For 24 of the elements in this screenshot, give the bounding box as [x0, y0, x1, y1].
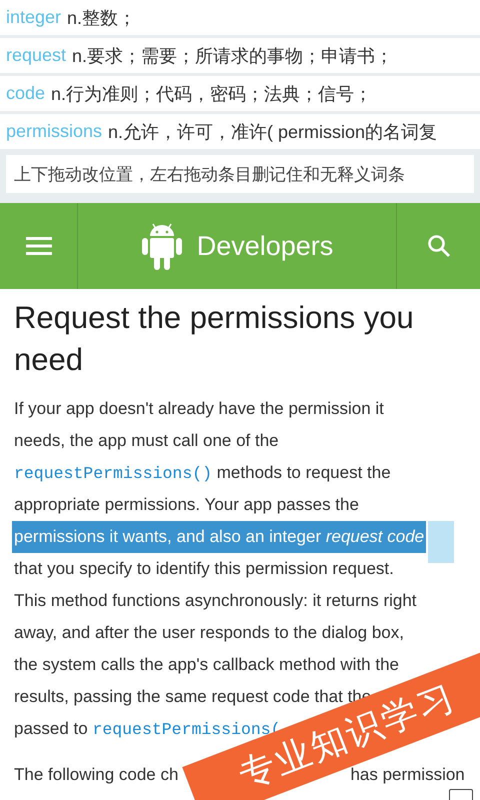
site-title: Developers: [196, 230, 334, 262]
paragraph-line: away, and after the user responds to the dialog box,: [14, 622, 404, 644]
selection-handle[interactable]: [428, 521, 454, 563]
vocabulary-item[interactable]: code n.行为准则；代码，密码；法典；信号；: [0, 76, 480, 111]
code-link[interactable]: requestPermissions(): [14, 464, 212, 483]
article-heading: Request the permissions you need: [14, 299, 415, 379]
menu-icon: [26, 236, 52, 256]
search-icon: [426, 234, 450, 258]
paragraph-line: that you specify to identify this permission request.: [14, 558, 394, 580]
paragraph-line: If your app doesn't already have the permission it: [14, 398, 384, 420]
vocabulary-item[interactable]: integer n.整数；: [0, 0, 480, 35]
vocabulary-item[interactable]: request n.要求；需要；所请求的事物；申请书；: [0, 38, 480, 73]
paragraph-line: has permission: [350, 765, 465, 785]
hint-text: 上下拖动改位置，左右拖动条目删记住和无释义词条: [6, 155, 474, 193]
android-robot-icon: [140, 221, 183, 271]
paragraph-line: passed to requestPermissions(: [14, 718, 281, 739]
paragraph-line: needs, the app must call one of the: [14, 430, 279, 452]
paragraph-line: The following code ch: [14, 765, 178, 785]
paragraph-line: This method functions asynchronously: it returns right: [14, 590, 417, 612]
paragraph-line: requestPermissions() methods to request the: [14, 462, 391, 485]
vocabulary-item[interactable]: permissions n.允许，许可，准许( permission的名词复: [0, 114, 480, 149]
code-link[interactable]: requestPermissions(: [92, 720, 281, 739]
paragraph-line: appropriate permissions. Your app passes the: [14, 494, 359, 516]
paragraph-line: the system calls the app's callback method with the: [14, 654, 399, 676]
